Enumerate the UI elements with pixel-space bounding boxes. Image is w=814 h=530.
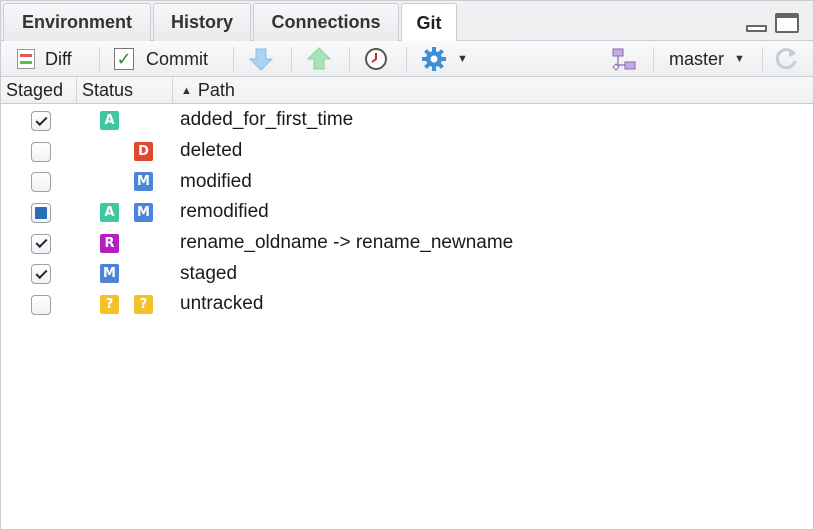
tab-bar: Environment History Connections Git (1, 1, 813, 42)
toolbar-separator (291, 47, 292, 71)
checkmark-icon (34, 236, 48, 249)
branch-name: master (669, 48, 725, 69)
checkmark-icon (34, 113, 48, 126)
toolbar-separator (233, 47, 234, 71)
toolbar-separator (99, 47, 100, 71)
file-path: modified (180, 170, 252, 192)
maximize-pane-icon[interactable] (775, 13, 799, 33)
tab-connections[interactable]: Connections (253, 3, 399, 41)
table-row[interactable]: Rrename_oldname -> rename_newname (1, 228, 813, 259)
git-toolbar: Diff ✓ Commit ▼ master ▼ (1, 41, 813, 77)
worktree-status-badge: D (134, 141, 153, 161)
branch-diagram-button[interactable] (611, 41, 637, 77)
pull-icon (248, 48, 274, 71)
worktree-status-badge: M (134, 203, 153, 223)
push-button[interactable] (306, 41, 332, 77)
pull-button[interactable] (248, 41, 274, 77)
diff-button[interactable]: Diff (17, 41, 72, 77)
history-button[interactable] (364, 41, 388, 77)
staged-checkbox[interactable] (31, 264, 51, 285)
tab-history[interactable]: History (153, 3, 251, 41)
staged-checkbox[interactable] (31, 172, 51, 193)
table-header: Staged Status ▲ Path (1, 77, 813, 104)
gear-icon (422, 47, 446, 71)
commit-icon: ✓ (114, 48, 134, 70)
index-status-badge: A (100, 203, 119, 223)
git-pane: Environment History Connections Git Diff… (0, 0, 814, 530)
table-row[interactable]: Mmodified (1, 166, 813, 197)
staged-checkbox[interactable] (31, 203, 51, 224)
staged-checkbox[interactable] (31, 141, 51, 162)
table-row[interactable]: Aadded_for_first_time (1, 105, 813, 136)
toolbar-separator (762, 47, 763, 71)
sort-ascending-icon: ▲ (181, 84, 192, 97)
index-status-badge: M (100, 264, 119, 284)
index-status-badge: ? (100, 295, 119, 315)
table-row[interactable]: A Mremodified (1, 197, 813, 228)
toolbar-separator (406, 47, 407, 71)
column-header-path[interactable]: ▲ Path (173, 77, 813, 104)
column-header-staged-label: Staged (6, 80, 64, 100)
worktree-status-badge: ? (134, 295, 153, 315)
column-header-status-label: Status (82, 80, 134, 100)
minimize-pane-icon[interactable] (746, 25, 767, 32)
tab-environment[interactable]: Environment (3, 3, 151, 41)
branch-icon (612, 48, 636, 71)
column-header-staged[interactable]: Staged (1, 77, 77, 104)
table-row[interactable]: Ddeleted (1, 136, 813, 167)
file-path: staged (180, 262, 238, 284)
file-list: Aadded_for_first_time Ddeleted Mmodified A M… (1, 105, 813, 320)
checkmark-icon (34, 266, 48, 279)
partial-stage-icon (35, 207, 47, 220)
file-path: untracked (180, 293, 264, 315)
refresh-icon (775, 48, 797, 70)
tab-git[interactable]: Git (401, 3, 457, 42)
index-status-badge: A (100, 111, 119, 130)
column-header-path-label: Path (197, 80, 235, 100)
chevron-down-icon: ▼ (734, 53, 745, 65)
diff-label: Diff (45, 48, 72, 69)
worktree-status-badge: M (134, 172, 153, 192)
table-row[interactable]: ?? untracked (1, 289, 813, 320)
more-menu-button[interactable]: ▼ (421, 41, 468, 77)
commit-label: Commit (146, 48, 208, 69)
commit-button[interactable]: ✓ Commit (114, 41, 208, 77)
diff-icon (17, 49, 35, 69)
file-path: added_for_first_time (180, 109, 354, 131)
chevron-down-icon: ▼ (457, 53, 468, 65)
file-path: remodified (180, 201, 269, 223)
branch-select[interactable]: master ▼ (669, 41, 745, 77)
staged-checkbox[interactable] (31, 233, 51, 254)
history-icon (365, 48, 387, 70)
column-header-status[interactable]: Status (77, 77, 173, 104)
refresh-button[interactable] (773, 41, 799, 77)
toolbar-separator (653, 47, 654, 71)
toolbar-separator (349, 47, 350, 71)
file-path: deleted (180, 140, 243, 162)
file-path: rename_oldname -> rename_newname (180, 232, 514, 254)
staged-checkbox[interactable] (31, 111, 51, 131)
table-row[interactable]: Mstaged (1, 258, 813, 289)
staged-checkbox[interactable] (31, 295, 51, 316)
index-status-badge: R (100, 233, 119, 253)
push-icon (306, 47, 332, 70)
